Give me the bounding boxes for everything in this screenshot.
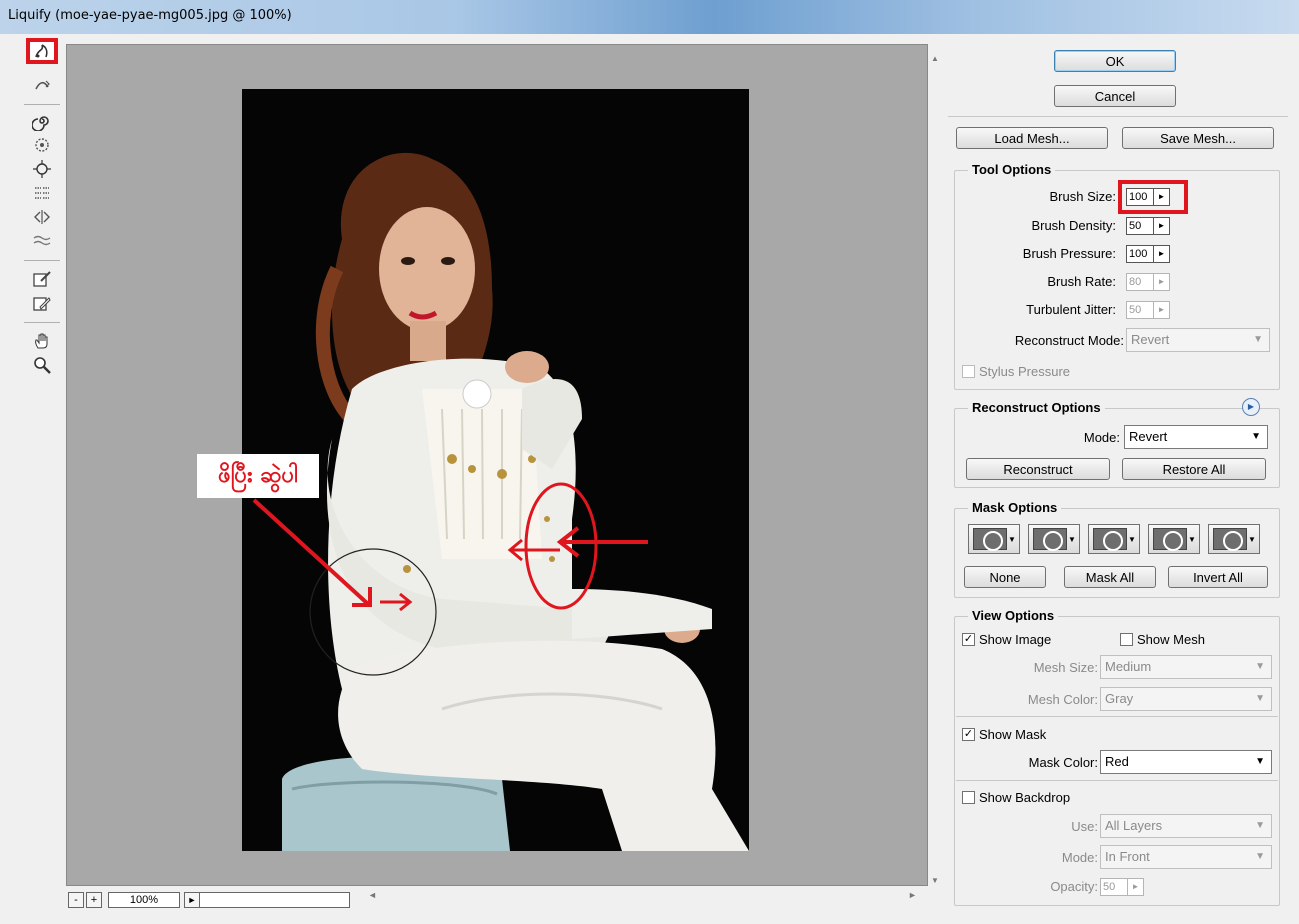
turbulent-jitter-field: 50 ► (1126, 301, 1170, 319)
hand-tool-icon[interactable] (26, 328, 58, 354)
backdrop-use-label: Use: (1071, 819, 1098, 834)
stylus-pressure-checkbox: Stylus Pressure (962, 364, 1070, 379)
chevron-down-icon: ▼ (1255, 693, 1265, 704)
reconstruct-mode-label: Reconstruct Mode: (1014, 333, 1124, 348)
zoom-level-track (200, 892, 350, 908)
scroll-up-arrow-icon[interactable]: ▲ (931, 54, 939, 63)
twirl-clockwise-tool-icon[interactable] (26, 108, 58, 134)
backdrop-opacity-field: 50 ► (1100, 878, 1144, 896)
reconstruct-button[interactable]: Reconstruct (966, 458, 1110, 480)
reconstruct-mode-select: Revert ▼ (1126, 328, 1270, 352)
reconstruct-options-play-icon[interactable]: ▶ (1242, 398, 1260, 416)
invert-all-button[interactable]: Invert All (1168, 566, 1268, 588)
chevron-down-icon: ▼ (1253, 334, 1263, 345)
scroll-down-arrow-icon[interactable]: ▼ (931, 876, 939, 885)
freeze-mask-tool-icon[interactable] (26, 266, 58, 292)
pucker-tool-icon[interactable] (26, 132, 58, 158)
chevron-down-icon: ▼ (1251, 431, 1261, 442)
options-panel: OK Cancel Load Mesh... Save Mesh... Tool… (948, 44, 1288, 914)
backdrop-opacity-label: Opacity: (1050, 879, 1098, 894)
reconstruct-options-mode-select[interactable]: Revert ▼ (1124, 425, 1268, 449)
brush-size-label: Brush Size: (1049, 189, 1116, 204)
zoom-control: - + 100% ► (68, 890, 350, 910)
reconstruct-mode-label-2: Mode: (1083, 430, 1120, 445)
mask-mode-buttons: ▼ ▼ ▼ ▼ ▼ (968, 524, 1268, 554)
vertical-scrollbar[interactable]: ▲ ▼ (928, 44, 944, 886)
show-image-checkbox[interactable]: ✓ Show Image (962, 632, 1051, 647)
replace-selection-mask-button[interactable]: ▼ (968, 524, 1020, 554)
turbulence-tool-icon[interactable] (26, 228, 58, 254)
bloat-tool-icon[interactable] (26, 156, 58, 182)
save-mesh-button[interactable]: Save Mesh... (1122, 127, 1274, 149)
scroll-left-arrow-icon[interactable]: ◄ (368, 890, 377, 900)
mask-subtract-icon (1093, 528, 1127, 551)
ok-button[interactable]: OK (1054, 50, 1176, 72)
cancel-button[interactable]: Cancel (1054, 85, 1176, 107)
backdrop-use-select: All Layers ▼ (1100, 814, 1272, 838)
chevron-down-icon: ▼ (1255, 661, 1265, 672)
brush-pressure-arrow-icon[interactable]: ► (1153, 246, 1169, 262)
brush-density-field[interactable]: 50 ► (1126, 217, 1170, 235)
tool-palette (20, 38, 64, 924)
push-left-tool-icon[interactable] (26, 180, 58, 206)
mesh-size-select: Medium ▼ (1100, 655, 1272, 679)
invert-selection-mask-button[interactable]: ▼ (1208, 524, 1260, 554)
horizontal-scrollbar[interactable]: ◄ ► (360, 888, 928, 906)
view-options-title: View Options (968, 608, 1059, 623)
chevron-down-icon: ▼ (1255, 756, 1265, 767)
mesh-size-label: Mesh Size: (1033, 660, 1098, 675)
backdrop-mode-label: Mode: (1061, 850, 1098, 865)
thaw-mask-tool-icon[interactable] (26, 290, 58, 316)
subtract-from-selection-mask-button[interactable]: ▼ (1088, 524, 1140, 554)
brush-size-highlight (1118, 180, 1188, 214)
brush-rate-label: Brush Rate: (1047, 274, 1116, 289)
mask-color-label: Mask Color: (1028, 755, 1098, 770)
zoom-in-button[interactable]: + (86, 892, 102, 908)
add-to-selection-mask-button[interactable]: ▼ (1028, 524, 1080, 554)
scroll-right-arrow-icon[interactable]: ► (908, 890, 917, 900)
brush-pressure-field[interactable]: 100 ► (1126, 245, 1170, 263)
chevron-down-icon: ▼ (1255, 820, 1265, 831)
zoom-level-field[interactable]: 100% (108, 892, 180, 908)
mask-intersect-icon (1153, 528, 1187, 551)
mask-color-select[interactable]: Red ▼ (1100, 750, 1272, 774)
forward-warp-tool-icon[interactable] (26, 38, 58, 64)
brush-pressure-label: Brush Pressure: (1022, 246, 1116, 261)
brush-rate-arrow-icon: ► (1153, 274, 1169, 290)
window-title: Liquify (moe-yae-pyae-mg005.jpg @ 100%) (8, 8, 292, 23)
intersect-with-selection-mask-button[interactable]: ▼ (1148, 524, 1200, 554)
brush-density-arrow-icon[interactable]: ► (1153, 218, 1169, 234)
mask-invert-icon (1213, 528, 1247, 551)
chevron-down-icon: ▼ (1255, 851, 1265, 862)
mask-all-button[interactable]: Mask All (1064, 566, 1156, 588)
annotation-label: ဖိပြီး ဆွဲပါ (197, 454, 319, 498)
backdrop-opacity-arrow-icon: ► (1127, 879, 1143, 895)
backdrop-mode-select: In Front ▼ (1100, 845, 1272, 869)
turbulent-jitter-label: Turbulent Jitter: (1026, 302, 1116, 317)
brush-rate-field: 80 ► (1126, 273, 1170, 291)
load-mesh-button[interactable]: Load Mesh... (956, 127, 1108, 149)
mirror-tool-icon[interactable] (26, 204, 58, 230)
mask-options-title: Mask Options (968, 500, 1062, 515)
brush-density-label: Brush Density: (1031, 218, 1116, 233)
show-mesh-checkbox[interactable]: Show Mesh (1120, 632, 1205, 647)
zoom-menu-arrow-icon[interactable]: ► (184, 892, 200, 908)
zoom-out-button[interactable]: - (68, 892, 84, 908)
turbulent-jitter-arrow-icon: ► (1153, 302, 1169, 318)
show-backdrop-checkbox[interactable]: Show Backdrop (962, 790, 1070, 805)
mesh-color-label: Mesh Color: (1027, 692, 1098, 707)
tool-options-title: Tool Options (968, 162, 1056, 177)
reconstruct-options-title: Reconstruct Options (968, 400, 1105, 415)
mask-add-icon (1033, 528, 1067, 551)
mask-replace-icon (973, 528, 1007, 551)
tool-options-group (954, 170, 1280, 390)
reconstruct-tool-icon[interactable] (26, 72, 58, 98)
mesh-color-select: Gray ▼ (1100, 687, 1272, 711)
restore-all-button[interactable]: Restore All (1122, 458, 1266, 480)
show-mask-checkbox[interactable]: ✓ Show Mask (962, 727, 1046, 742)
mask-none-button[interactable]: None (964, 566, 1046, 588)
window-titlebar: Liquify (moe-yae-pyae-mg005.jpg @ 100%) (0, 0, 1299, 34)
zoom-tool-icon[interactable] (26, 352, 58, 378)
